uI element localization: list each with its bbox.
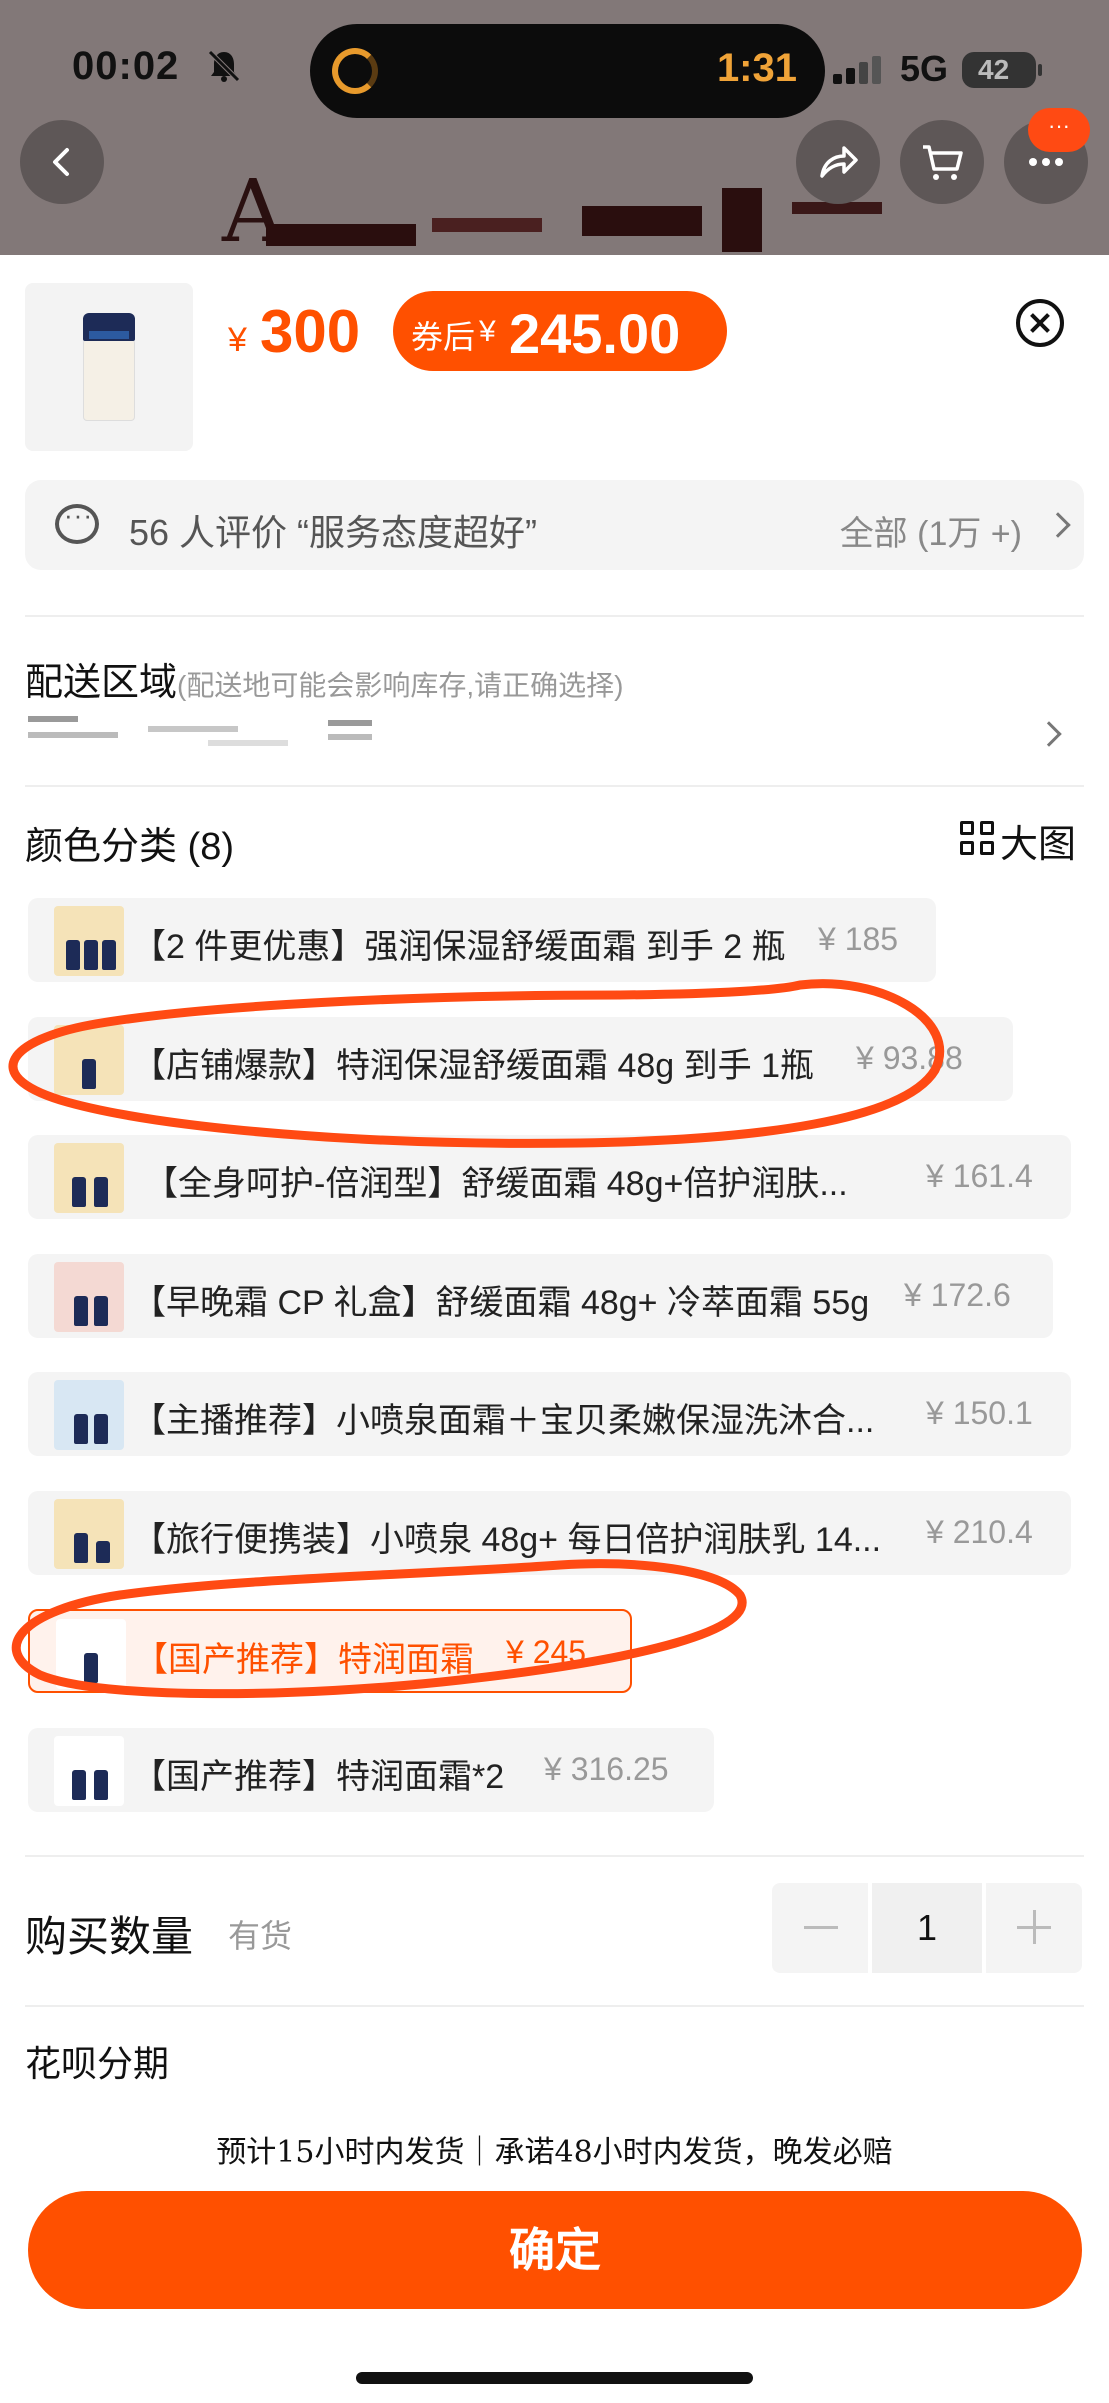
status-time: 00:02 <box>72 44 180 88</box>
chat-bubble-icon <box>55 500 99 544</box>
shipping-title: 配送区域 <box>25 662 178 704</box>
delivery-promise: 预计15小时内发货｜承诺48小时内发货，晚发必赔 <box>216 2135 893 2170</box>
coupon-label: 券后 <box>411 319 476 355</box>
island-timer: 1:31 <box>716 46 797 90</box>
product-bottle-image <box>83 313 135 421</box>
quantity-label: 购买数量 <box>25 1913 194 1960</box>
variant-option[interactable]: 【主播推荐】小喷泉面霜＋宝贝柔嫩保湿洗沐合... ¥ 150.1 <box>28 1372 1071 1456</box>
share-button[interactable] <box>796 120 880 204</box>
coupon-price: 245.00 <box>509 302 681 365</box>
grid-icon[interactable] <box>960 821 996 857</box>
divider <box>25 2005 1084 2007</box>
cart-button[interactable] <box>900 120 984 204</box>
stock-status: 有货 <box>228 1918 293 1954</box>
divider <box>25 615 1084 617</box>
review-summary-text: 56 人评价 “服务态度超好” <box>129 512 538 553</box>
more-badge: ··· <box>1028 108 1090 152</box>
variant-option[interactable]: 【2 件更优惠】强润保湿舒缓面霜 到手 2 瓶 ¥ 185 <box>28 898 936 982</box>
silent-bell-icon <box>208 50 240 82</box>
variant-thumbnail <box>54 1143 124 1213</box>
variant-label: 【早晚霜 CP 礼盒】舒缓面霜 48g+ 冷萃面霜 55g <box>132 1284 870 1322</box>
divider <box>25 1855 1084 1857</box>
sku-selection-sheet: ¥ 300 券后 ¥ 245.00 56 人评价 “服务态度超好” 全部 (1万… <box>0 255 1109 2403</box>
quantity-value[interactable]: 1 <box>872 1883 982 1973</box>
coupon-price-badge: 券后 ¥ 245.00 <box>393 291 727 371</box>
variant-price: ¥ 185 <box>818 921 899 957</box>
battery-icon: 42 <box>962 52 1042 88</box>
variant-thumbnail <box>54 1025 124 1095</box>
big-image-toggle[interactable]: 大图 <box>1000 813 1076 868</box>
battery-level: 42 <box>978 54 1010 85</box>
variant-thumbnail <box>54 1499 124 1569</box>
variant-thumbnail <box>54 1380 124 1450</box>
variant-price: ¥ 316.25 <box>544 1751 669 1787</box>
variant-option[interactable]: 【国产推荐】特润面霜*2 ¥ 316.25 <box>28 1728 714 1812</box>
installment-label[interactable]: 花呗分期 <box>25 2035 169 2087</box>
share-icon <box>820 146 858 178</box>
shipping-hint: (配送地可能会影响库存,请正确选择) <box>177 670 624 701</box>
variant-label: 【国产推荐】特润面霜*2 <box>132 1758 505 1796</box>
variant-price: ¥ 150.1 <box>926 1395 1033 1431</box>
dynamic-island: 1:31 <box>310 24 825 118</box>
blurred-product-title: A <box>222 162 882 255</box>
quantity-increase-button[interactable] <box>986 1883 1082 1973</box>
variant-price: ¥ 161.4 <box>926 1158 1033 1194</box>
quantity-decrease-button[interactable] <box>772 1883 868 1973</box>
variant-option[interactable]: 【店铺爆款】特润保湿舒缓面霜 48g 到手 1瓶 ¥ 93.88 <box>28 1017 1013 1101</box>
network-type: 5G <box>900 48 949 89</box>
variant-label: 【国产推荐】特润面霜 <box>134 1641 474 1679</box>
home-indicator[interactable] <box>356 2372 753 2384</box>
variant-thumbnail <box>54 1736 124 1806</box>
product-thumbnail[interactable] <box>25 283 193 451</box>
cart-icon <box>923 145 963 180</box>
signal-icon <box>833 56 883 84</box>
confirm-button[interactable]: 确定 <box>28 2191 1082 2309</box>
variant-price: ¥ 172.6 <box>904 1277 1011 1313</box>
variant-price: ¥ 93.88 <box>856 1040 963 1076</box>
variant-option[interactable]: 【早晚霜 CP 礼盒】舒缓面霜 48g+ 冷萃面霜 55g ¥ 172.6 <box>28 1254 1053 1338</box>
variant-option-selected[interactable]: 【国产推荐】特润面霜 ¥ 245 <box>28 1609 632 1693</box>
review-all-link[interactable]: 全部 (1万 +) <box>840 506 1022 555</box>
divider <box>25 785 1084 787</box>
variant-label: 【旅行便携装】小喷泉 48g+ 每日倍护润肤乳 14... <box>132 1521 882 1559</box>
variant-label: 【2 件更优惠】强润保湿舒缓面霜 到手 2 瓶 <box>132 928 786 966</box>
coupon-currency: ¥ <box>479 315 496 348</box>
variant-thumbnail <box>54 1262 124 1332</box>
variant-thumbnail <box>54 906 124 976</box>
back-button[interactable] <box>20 120 104 204</box>
variant-label: 【全身呵护-倍润型】舒缓面霜 48g+倍护润肤... <box>144 1165 848 1203</box>
shipping-area-title[interactable]: 配送区域(配送地可能会影响库存,请正确选择) <box>25 651 623 706</box>
timer-ring-icon <box>332 48 378 94</box>
top-overlay: 00:02 1:31 5G 42 A ··· <box>0 0 1109 255</box>
variant-thumbnail <box>56 1619 126 1689</box>
price-currency: ¥ <box>228 321 247 359</box>
product-price: 300 <box>260 298 361 365</box>
review-summary-bar[interactable]: 56 人评价 “服务态度超好” 全部 (1万 +) <box>25 480 1084 570</box>
variant-option[interactable]: 【旅行便携装】小喷泉 48g+ 每日倍护润肤乳 14... ¥ 210.4 <box>28 1491 1071 1575</box>
back-arrow-icon <box>53 148 69 176</box>
chevron-right-icon <box>1045 512 1071 538</box>
variant-price: ¥ 210.4 <box>926 1514 1033 1550</box>
variant-option[interactable]: 【全身呵护-倍润型】舒缓面霜 48g+倍护润肤... ¥ 161.4 <box>28 1135 1071 1219</box>
close-icon[interactable] <box>1016 299 1064 347</box>
variant-label: 【店铺爆款】特润保湿舒缓面霜 48g 到手 1瓶 <box>132 1047 814 1085</box>
variant-price: ¥ 245 <box>506 1634 587 1670</box>
variant-section-title: 颜色分类 (8) <box>25 826 235 868</box>
chevron-right-icon[interactable] <box>1036 721 1062 747</box>
blurred-address[interactable] <box>28 710 388 750</box>
variant-label: 【主播推荐】小喷泉面霜＋宝贝柔嫩保湿洗沐合... <box>132 1402 875 1440</box>
